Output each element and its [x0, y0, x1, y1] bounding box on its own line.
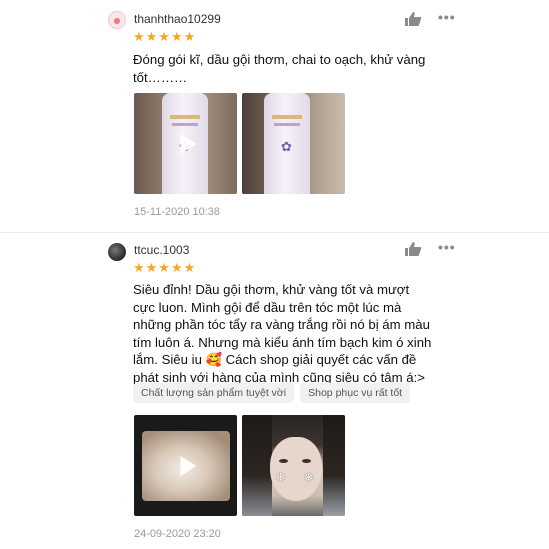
review-tags: Chất lượng sản phẩm tuyệt vời Shop phục … — [133, 383, 411, 403]
review-date: 15-11-2020 10:38 — [134, 206, 221, 218]
review-item: ttcuc.1003 ★★★★★ ••• Siêu đỉnh! Dầu gội … — [0, 232, 549, 549]
thumbs-up-icon[interactable] — [404, 241, 422, 257]
play-icon[interactable] — [179, 133, 196, 154]
play-icon[interactable] — [179, 455, 196, 476]
more-dots-icon[interactable]: ••• — [438, 9, 456, 25]
star-rating: ★★★★★ — [133, 260, 197, 275]
review-photo-thumbnail[interactable]: ✿ — [242, 93, 345, 194]
review-username[interactable]: ttcuc.1003 — [134, 243, 189, 257]
review-video-thumbnail[interactable]: ✿ — [134, 93, 237, 194]
review-text: Đóng gói kĩ, dầu gội thơm, chai to oạch,… — [133, 52, 426, 85]
review-tag[interactable]: Chất lượng sản phẩm tuyệt vời — [133, 383, 295, 403]
avatar[interactable] — [108, 11, 126, 29]
more-dots-icon[interactable]: ••• — [438, 239, 456, 255]
star-rating: ★★★★★ — [133, 29, 197, 44]
avatar[interactable] — [108, 243, 126, 261]
review-tag[interactable]: Shop phục vụ rất tốt — [300, 383, 411, 403]
review-text: Siêu đỉnh! Dầu gội thơm, khử vàng tốt và… — [133, 282, 432, 385]
review-username[interactable]: thanhthao10299 — [134, 12, 221, 26]
review-video-thumbnail[interactable] — [134, 415, 237, 516]
review-date: 24-09-2020 23:20 — [134, 528, 221, 540]
review-item: thanhthao10299 ★★★★★ ••• Đóng gói kĩ, dầ… — [0, 0, 549, 232]
selfie-image: ❄ ❄ — [270, 437, 322, 501]
review-photo-thumbnail[interactable]: ❄ ❄ — [242, 415, 345, 516]
shampoo-bottle: ✿ — [264, 93, 310, 194]
thumbs-up-icon[interactable] — [404, 11, 422, 27]
